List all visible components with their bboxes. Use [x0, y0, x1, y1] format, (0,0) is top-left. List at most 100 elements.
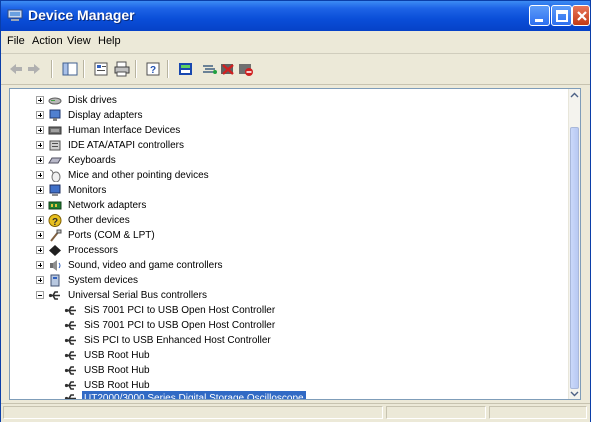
tree-item-ide-ata-atapi-controllers[interactable]: IDE ATA/ATAPI controllers: [36, 138, 236, 153]
minimize-button[interactable]: [529, 5, 550, 26]
tree-item-label: Universal Serial Bus controllers: [68, 290, 207, 301]
tree-item-oscilloscope[interactable]: UT2000/3000 Series Digital Storage Oscil…: [64, 391, 344, 399]
ide-controller-icon: [49, 140, 61, 151]
status-cell: [3, 406, 383, 419]
expand-icon[interactable]: [36, 186, 44, 194]
tree-item-label: Display adapters: [68, 110, 143, 121]
display-adapter-icon: [49, 109, 61, 121]
tree-item-network-adapters[interactable]: Network adapters: [36, 198, 216, 213]
scroll-down-icon[interactable]: [570, 389, 579, 398]
tree-item-processors[interactable]: Processors: [36, 243, 196, 258]
toolbar-separator: [135, 60, 137, 78]
sound-icon: [50, 260, 61, 271]
expand-icon[interactable]: [36, 126, 44, 134]
system-devices-icon: [50, 274, 60, 287]
show-hide-console-tree-icon[interactable]: [61, 61, 79, 77]
window-title: Device Manager: [28, 7, 135, 23]
tree-item-label: SiS PCI to USB Enhanced Host Controller: [84, 335, 271, 346]
forward-icon[interactable]: [25, 61, 43, 77]
tree-item-label: SiS 7001 PCI to USB Open Host Controller: [84, 305, 276, 316]
tree-item-label: Disk drives: [68, 95, 117, 106]
tree-item-monitors[interactable]: Monitors: [36, 183, 196, 198]
tree-item-usb-child[interactable]: SiS PCI to USB Enhanced Host Controller: [64, 333, 324, 348]
tree-item-label: Sound, video and game controllers: [68, 260, 223, 271]
expand-icon[interactable]: [36, 201, 44, 209]
maximize-icon: [556, 10, 568, 22]
expand-icon[interactable]: [36, 261, 44, 269]
tree-item-label: USB Root Hub: [84, 350, 150, 361]
tree-item-usb-child[interactable]: USB Root Hub: [64, 363, 264, 378]
tree-item-mice-and-other-pointing-devices[interactable]: Mice and other pointing devices: [36, 168, 266, 183]
processor-icon: [49, 245, 61, 256]
expand-icon[interactable]: [36, 171, 44, 179]
mouse-icon: [49, 169, 61, 182]
tree-item-usb-child[interactable]: SiS 7001 PCI to USB Open Host Controller: [64, 303, 324, 318]
maximize-button[interactable]: [551, 5, 572, 26]
expand-icon[interactable]: [36, 231, 44, 239]
tree-item-keyboards[interactable]: Keyboards: [36, 153, 196, 168]
network-adapter-icon: [48, 201, 62, 210]
expand-icon[interactable]: [36, 96, 44, 104]
scrollbar-thumb[interactable]: [570, 127, 579, 389]
tree-item-label: Keyboards: [68, 155, 116, 166]
uninstall-icon[interactable]: [219, 61, 237, 77]
toolbar-separator: [83, 60, 85, 78]
print-icon[interactable]: [113, 61, 131, 77]
tree-item-other-devices[interactable]: ? Other devices: [36, 213, 196, 228]
tree-item-usb-child[interactable]: SiS 7001 PCI to USB Open Host Controller: [64, 318, 324, 333]
usb-icon: [64, 366, 76, 375]
tree-item-label: Network adapters: [68, 200, 147, 211]
menu-action[interactable]: Action: [32, 35, 63, 47]
toolbar-separator: [167, 60, 169, 78]
device-manager-icon: [7, 9, 23, 21]
tree-item-usb-child[interactable]: USB Root Hub: [64, 348, 264, 363]
status-bar: [1, 403, 590, 422]
menu-help[interactable]: Help: [98, 35, 121, 47]
ports-icon: [50, 229, 62, 242]
tree-item-label: Processors: [68, 245, 119, 256]
menu-file[interactable]: File: [7, 35, 25, 47]
disk-drive-icon: [48, 97, 62, 105]
tree-item-display-adapters[interactable]: Display adapters: [36, 108, 196, 123]
tree-item-system-devices[interactable]: System devices: [36, 273, 196, 288]
tree-item-human-interface-devices[interactable]: Human Interface Devices: [36, 123, 236, 138]
monitor-icon: [49, 184, 61, 196]
expand-icon[interactable]: [36, 276, 44, 284]
usb-icon: [64, 306, 76, 315]
tree-item-label: IDE ATA/ATAPI controllers: [68, 140, 184, 151]
tree-item-label: System devices: [68, 275, 139, 286]
expand-icon[interactable]: [36, 141, 44, 149]
title-bar[interactable]: Device Manager: [1, 1, 590, 31]
scroll-up-icon[interactable]: [570, 91, 579, 100]
toolbar: ?: [1, 54, 590, 85]
back-icon[interactable]: [7, 61, 25, 77]
vertical-scrollbar[interactable]: [568, 89, 580, 399]
hid-icon: [48, 126, 62, 135]
tree-item-label: Ports (COM & LPT): [68, 230, 155, 241]
tree-item-label: Human Interface Devices: [68, 125, 181, 136]
close-button[interactable]: [572, 5, 590, 26]
tree-item-sound-video-game-controllers[interactable]: Sound, video and game controllers: [36, 258, 276, 273]
device-manager-window: Device Manager File Action View Help ? D…: [0, 0, 591, 422]
svg-text:?: ?: [52, 217, 58, 227]
expand-icon[interactable]: [36, 156, 44, 164]
update-driver-icon[interactable]: [177, 61, 195, 77]
expand-icon[interactable]: [36, 111, 44, 119]
status-cell: [489, 406, 587, 419]
tree-item-label: USB Root Hub: [84, 365, 150, 376]
collapse-icon[interactable]: [36, 291, 44, 299]
expand-icon[interactable]: [36, 216, 44, 224]
tree-item-ports[interactable]: Ports (COM & LPT): [36, 228, 196, 243]
expand-icon[interactable]: [36, 246, 44, 254]
toolbar-separator: [51, 60, 53, 78]
properties-icon[interactable]: [93, 61, 111, 77]
scan-hardware-icon[interactable]: [201, 61, 219, 77]
svg-text:?: ?: [150, 65, 156, 76]
tree-item-label: Other devices: [68, 215, 130, 226]
tree-item-label: UT2000/3000 Series Digital Storage Oscil…: [82, 391, 306, 399]
help-icon[interactable]: ?: [145, 61, 163, 77]
tree-item-disk-drives[interactable]: Disk drives: [36, 93, 196, 108]
disable-icon[interactable]: [237, 61, 255, 77]
tree-item-usb-controllers[interactable]: Universal Serial Bus controllers: [36, 288, 276, 303]
menu-view[interactable]: View: [67, 35, 91, 47]
